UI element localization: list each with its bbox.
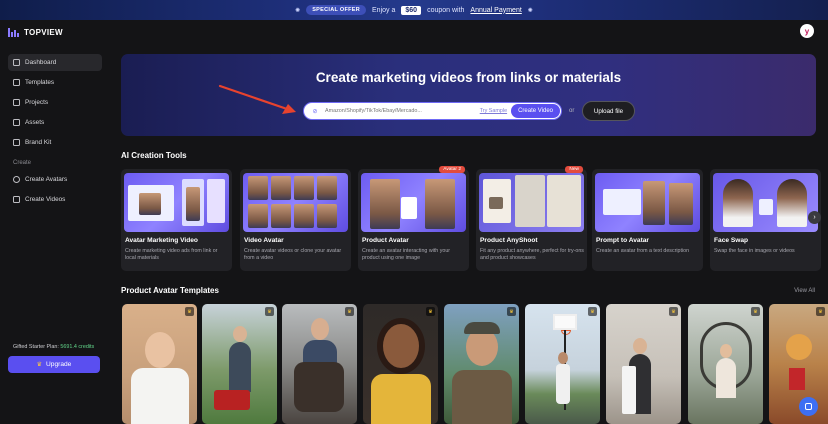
video-icon <box>13 196 20 203</box>
tool-thumbnail <box>243 173 348 232</box>
tools-next-button[interactable]: › <box>808 211 821 224</box>
sidebar-section-create: Create <box>13 160 32 166</box>
logo[interactable]: TOPVIEW <box>8 27 63 37</box>
sidebar-item-templates[interactable]: Templates <box>8 74 102 91</box>
tool-name: Avatar Marketing Video <box>125 237 198 244</box>
assets-icon <box>13 119 20 126</box>
tool-desc: Swap the face in images or videos <box>714 248 795 254</box>
tool-desc: Create an avatar interacting with your p… <box>362 248 451 262</box>
create-video-button[interactable]: Create Video <box>511 104 560 118</box>
sidebar-item-label: Create Videos <box>25 196 66 203</box>
template-card[interactable]: ♛ <box>202 304 277 424</box>
tool-card-video-avatar[interactable]: Video Avatar Create avatar videos or clo… <box>240 169 351 271</box>
tool-desc: Create marketing video ads from link or … <box>125 248 218 262</box>
template-card[interactable]: ♛ <box>688 304 763 424</box>
template-card[interactable]: ♛ <box>282 304 357 424</box>
promo-banner[interactable]: ✺ SPECIAL OFFER Enjoy a $60 coupon with … <box>0 0 828 20</box>
sidebar-item-label: Projects <box>25 99 49 106</box>
tool-card-avatar-marketing-video[interactable]: Avatar Marketing Video Create marketing … <box>121 169 232 271</box>
user-avatar[interactable]: y <box>800 24 814 38</box>
crown-icon: ♛ <box>588 307 597 316</box>
top-bar: TOPVIEW y <box>0 20 828 44</box>
tool-card-face-swap[interactable]: Face Swap Swap the face in images or vid… <box>710 169 821 271</box>
tool-name: Prompt to Avatar <box>596 237 650 244</box>
tool-desc: Create an avatar from a text description <box>596 248 690 254</box>
tool-thumbnail <box>479 173 584 232</box>
chat-icon <box>805 403 812 410</box>
crown-icon: ♛ <box>751 307 760 316</box>
sidebar-item-label: Templates <box>25 79 55 86</box>
sidebar-item-label: Create Avatars <box>25 176 68 183</box>
template-card[interactable]: ♛ <box>606 304 681 424</box>
product-link-input[interactable] <box>325 108 480 114</box>
brand-name: TOPVIEW <box>24 27 63 37</box>
template-card[interactable]: ♛ <box>363 304 438 424</box>
crown-icon: ♛ <box>345 307 354 316</box>
special-offer-badge: SPECIAL OFFER <box>306 5 367 15</box>
sparkle-icon: ✺ <box>295 7 301 14</box>
plan-label: Gifted Starter Plan: <box>13 344 59 350</box>
product-link-field[interactable]: ⊘ Try Sample Create Video <box>303 102 562 120</box>
view-all-link[interactable]: View All <box>794 288 815 294</box>
red-arrow-annotation <box>218 84 296 114</box>
sidebar-item-brand-kit[interactable]: Brand Kit <box>8 134 102 151</box>
crown-icon: ♛ <box>816 307 825 316</box>
banner-text-before: Enjoy a <box>372 6 396 14</box>
crown-icon: ♛ <box>265 307 274 316</box>
tool-desc: Fit any product anywhere, perfect for tr… <box>480 248 584 262</box>
tool-name: Product AnyShoot <box>480 237 538 244</box>
crown-icon: ♛ <box>36 362 43 368</box>
plan-credits: 5691.4 credits <box>60 344 95 350</box>
tool-name: Product Avatar <box>362 237 409 244</box>
topview-logo-icon <box>8 27 20 37</box>
chevron-right-icon: › <box>813 214 816 221</box>
tool-name: Video Avatar <box>244 237 284 244</box>
tool-thumbnail <box>595 173 700 232</box>
sidebar-item-create-videos[interactable]: Create Videos <box>8 191 102 208</box>
link-icon: ⊘ <box>312 108 318 115</box>
try-sample-link[interactable]: Try Sample <box>480 108 507 114</box>
projects-icon <box>13 99 20 106</box>
tool-thumbnail <box>124 173 229 232</box>
dashboard-icon <box>13 59 20 66</box>
avatar-icon <box>13 176 20 183</box>
avatar-2-badge: Avatar 2 <box>439 166 465 173</box>
upload-file-button[interactable]: Upload file <box>582 101 635 121</box>
templates-icon <box>13 79 20 86</box>
tool-name: Face Swap <box>714 237 749 244</box>
sidebar-item-projects[interactable]: Projects <box>8 94 102 111</box>
sidebar-item-label: Dashboard <box>25 59 57 66</box>
tool-desc: Create avatar videos or clone your avata… <box>244 248 342 262</box>
tool-card-prompt-to-avatar[interactable]: Prompt to Avatar Create an avatar from a… <box>592 169 703 271</box>
upgrade-button[interactable]: ♛ Upgrade <box>8 356 100 373</box>
templates-title: Product Avatar Templates <box>121 286 219 295</box>
tool-thumbnail <box>713 173 818 232</box>
template-card[interactable]: ♛ <box>444 304 519 424</box>
chat-support-button[interactable] <box>799 397 818 416</box>
crown-icon: ♛ <box>426 307 435 316</box>
sidebar-item-label: Assets <box>25 119 45 126</box>
sidebar-item-label: Brand Kit <box>25 139 52 146</box>
crown-icon: ♛ <box>507 307 516 316</box>
annual-payment-link[interactable]: Annual Payment <box>470 7 521 14</box>
ai-tools-title: AI Creation Tools <box>121 151 187 160</box>
brand-kit-icon <box>13 139 20 146</box>
upgrade-label: Upgrade <box>46 361 72 368</box>
tool-card-product-anyshoot[interactable]: New Product AnyShoot Fit any product any… <box>476 166 587 271</box>
new-badge: New <box>565 166 583 173</box>
crown-icon: ♛ <box>669 307 678 316</box>
or-separator: or <box>569 108 575 114</box>
template-card[interactable]: ♛ <box>525 304 600 424</box>
sidebar-item-dashboard[interactable]: Dashboard <box>8 54 102 71</box>
banner-text-after: coupon with <box>427 6 465 14</box>
sidebar-item-create-avatars[interactable]: Create Avatars <box>8 171 102 188</box>
sparkle-icon: ✺ <box>527 7 533 14</box>
sidebar-item-assets[interactable]: Assets <box>8 114 102 131</box>
tool-thumbnail <box>361 173 466 232</box>
crown-icon: ♛ <box>185 307 194 316</box>
plan-status: Gifted Starter Plan: 5691.4 credits <box>13 344 94 350</box>
coupon-amount: $60 <box>401 5 422 15</box>
template-card[interactable]: ♛ <box>122 304 197 424</box>
tool-card-product-avatar[interactable]: Avatar 2 Product Avatar Create an avatar… <box>358 166 469 271</box>
